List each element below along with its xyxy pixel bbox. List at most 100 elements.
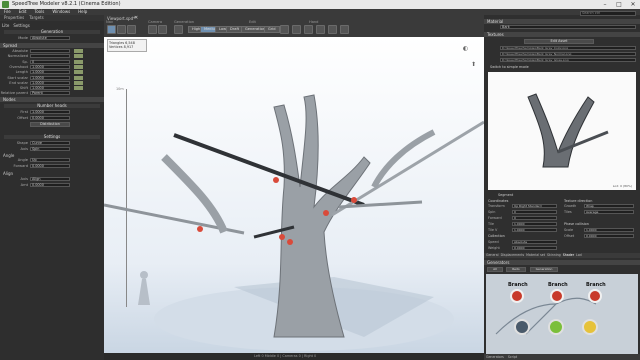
subtab-lite[interactable]: Lite <box>2 23 9 28</box>
phase-offset-field[interactable]: 0.0000 <box>584 234 634 238</box>
tile-field[interactable]: 1.0000 <box>512 222 557 226</box>
tab-material-set[interactable]: Material set <box>526 253 545 258</box>
shape-label: Shape <box>16 141 28 145</box>
all-button[interactable]: All <box>487 267 503 272</box>
collection-label[interactable]: Collection <box>488 234 505 238</box>
node-branch-1-label: Branch <box>508 282 528 288</box>
axis-dropdown[interactable]: Spin <box>30 147 70 151</box>
switch-simple-mode-label[interactable]: Switch to simple mode <box>490 65 529 69</box>
search-input[interactable]: Search ctrl <box>580 11 636 16</box>
weight-field[interactable]: 0.0000 <box>512 246 557 250</box>
redo-button[interactable]: Redo <box>506 267 526 272</box>
curve-swatch[interactable] <box>74 64 83 69</box>
coordinates-header[interactable]: Coordinates <box>488 199 508 203</box>
node-selected[interactable] <box>582 319 598 335</box>
tab-generators[interactable]: Generators <box>486 354 504 360</box>
distribution-button[interactable]: Distribution <box>30 122 70 127</box>
texture-path-normal[interactable]: D:\SpeedTree\Samples\Bark_Gray_Normal.pn… <box>500 52 636 56</box>
axis-gizmo-icon[interactable]: ⬆ <box>470 61 477 68</box>
tab-general[interactable]: General <box>486 253 499 258</box>
offset-field[interactable]: 0.0000 <box>30 116 70 120</box>
curve-swatch[interactable] <box>74 70 83 75</box>
wind-tool-icon[interactable] <box>340 25 349 34</box>
spread-row-field[interactable]: 1.0000 <box>30 80 70 85</box>
align-amount-field[interactable]: 0.0000 <box>30 183 70 187</box>
angle-field[interactable]: Up <box>30 158 70 162</box>
spread-row-field[interactable] <box>30 54 70 59</box>
grid-button[interactable]: Grid <box>264 26 280 33</box>
3d-viewport[interactable]: Triangles 6,548 Vertices 8,917 10m ◐ ⬆ <box>104 37 484 360</box>
generators-header[interactable]: Generators <box>484 260 640 265</box>
generation-graph-button[interactable]: Generation <box>530 267 558 272</box>
forward-coord-field[interactable]: 0 <box>512 216 557 220</box>
generate-icon[interactable] <box>174 25 183 34</box>
brush-tool-icon[interactable] <box>328 25 337 34</box>
generation-section[interactable]: Generation <box>4 30 100 34</box>
spread-row-field[interactable]: 1.0000 <box>30 86 70 91</box>
node-branch-3[interactable] <box>588 289 602 303</box>
close-icon[interactable]: ✕ <box>626 0 640 9</box>
tiles-dropdown[interactable]: Average <box>584 210 634 214</box>
spread-row-field[interactable] <box>30 49 70 53</box>
curve-swatch[interactable] <box>74 59 83 64</box>
hand-tool-icon[interactable] <box>292 25 301 34</box>
move-tool-icon[interactable] <box>117 25 126 34</box>
curve-swatch[interactable] <box>74 86 83 91</box>
tab-skinning[interactable]: Skinning <box>547 253 561 258</box>
light-direction-icon[interactable]: ◐ <box>462 45 469 52</box>
maximize-icon[interactable]: □ <box>612 0 626 9</box>
transform-dropdown[interactable]: Up Right Standard <box>512 204 557 208</box>
shape-dropdown[interactable]: Curve <box>30 141 70 145</box>
growth-dropdown[interactable]: Wrap <box>584 204 634 208</box>
segment-toggle[interactable]: Segment <box>498 193 513 197</box>
first-field[interactable]: 1.0000 <box>30 110 70 114</box>
curve-swatch[interactable] <box>74 75 83 80</box>
node-branch-2[interactable] <box>550 289 564 303</box>
spread-row-field[interactable]: 1.0000 <box>30 64 70 69</box>
pan-camera-icon[interactable] <box>158 25 167 34</box>
speed-dropdown[interactable]: Absolute <box>512 240 557 244</box>
curve-swatch[interactable] <box>74 80 83 85</box>
node-edit-icon[interactable] <box>280 25 289 34</box>
spread-row-field[interactable]: 0 <box>30 59 70 64</box>
material-dropdown[interactable]: Bark <box>500 25 636 29</box>
spread-row-field[interactable]: Parent <box>30 91 70 96</box>
tab-script[interactable]: Script <box>508 354 517 360</box>
edit-asset-button[interactable]: Edit Asset <box>524 39 594 44</box>
spread-row-field[interactable]: 1.0000 <box>30 70 70 75</box>
node-leaf-1[interactable] <box>548 319 564 335</box>
rotate-tool-icon[interactable] <box>127 25 136 34</box>
prune-tool-icon[interactable] <box>316 25 325 34</box>
spread-header[interactable]: Spread <box>0 43 104 48</box>
curve-swatch[interactable] <box>74 49 83 53</box>
align-axis-dropdown[interactable]: Align <box>30 177 70 181</box>
subtab-settings[interactable]: Settings <box>13 23 29 28</box>
curve-swatch[interactable] <box>74 54 83 59</box>
tab-shader[interactable]: Shader <box>563 253 574 258</box>
scale-field[interactable]: 1.0000 <box>584 228 634 232</box>
texture-path-color[interactable]: D:\SpeedTree\Samples\Bark_Gray_Color.png <box>500 46 636 50</box>
node-branch-1[interactable] <box>510 289 524 303</box>
spread-row-label: Overshoot <box>9 64 28 69</box>
select-tool-icon[interactable] <box>107 25 116 34</box>
texture-path-gloss[interactable]: D:\SpeedTree\Samples\Bark_Gray_Gloss.png <box>500 58 636 62</box>
mode-dropdown[interactable]: Absolute <box>30 36 70 40</box>
material-header[interactable]: Material <box>484 19 640 24</box>
node-mesh-1[interactable] <box>514 319 530 335</box>
nodes-header[interactable]: Nodes <box>0 97 104 102</box>
tile-v-field[interactable]: 1.0000 <box>512 228 557 232</box>
settings-section[interactable]: Settings <box>4 135 100 139</box>
textures-header[interactable]: Textures <box>484 32 640 37</box>
minimize-icon[interactable]: – <box>598 0 612 9</box>
spread-row-field[interactable]: 1.0000 <box>30 75 70 80</box>
spin-field[interactable]: 0 <box>512 210 557 214</box>
paint-tool-icon[interactable] <box>304 25 313 34</box>
generator-graph[interactable]: Branch Branch Branch <box>486 274 638 354</box>
forward-field[interactable]: 0.0000 <box>30 164 70 168</box>
tab-displacements[interactable]: Displacements <box>501 253 525 258</box>
orbit-camera-icon[interactable] <box>148 25 157 34</box>
group-hand-label: Hand <box>309 20 319 24</box>
close-document-icon[interactable]: ✕ <box>134 15 138 21</box>
tab-lod[interactable]: Lod <box>576 253 582 258</box>
number-heads-section[interactable]: Number heads <box>4 104 100 108</box>
